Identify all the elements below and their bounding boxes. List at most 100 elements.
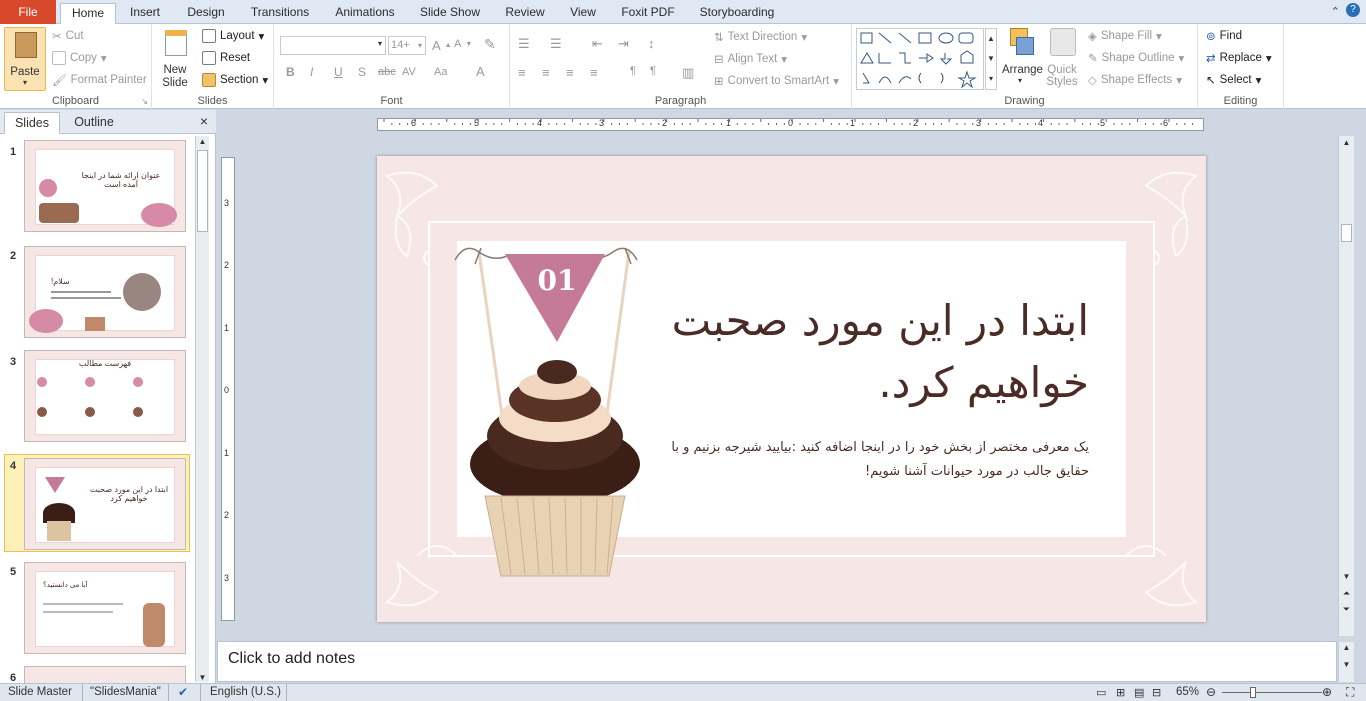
- tab-animations[interactable]: Animations: [328, 3, 402, 24]
- zoom-out-icon[interactable]: ⊖: [1206, 685, 1216, 699]
- tab-transitions[interactable]: Transitions: [244, 3, 316, 24]
- notes-scrollbar[interactable]: ▲ ▼: [1338, 642, 1354, 682]
- strikethrough-button[interactable]: abc: [378, 66, 396, 78]
- numbering-button[interactable]: ☰: [550, 36, 562, 52]
- scroll-down-icon[interactable]: ▼: [196, 673, 209, 682]
- slide-body-text[interactable]: یک معرفی مختصر از بخش خود را در اینجا اض…: [657, 436, 1089, 484]
- help-icon[interactable]: ?: [1346, 3, 1360, 17]
- panel-scroll-thumb[interactable]: [197, 150, 208, 232]
- find-button[interactable]: ⊚ Find: [1206, 29, 1242, 43]
- format-painter-button[interactable]: 🖌 Format Painter: [52, 73, 147, 87]
- status-language[interactable]: English (U.S.): [210, 686, 281, 698]
- font-name-select[interactable]: ▾: [280, 36, 386, 55]
- grow-font-button[interactable]: A ▲: [432, 38, 452, 53]
- shrink-font-button[interactable]: A ▼: [454, 38, 472, 50]
- group-paragraph: ☰ ☰ ⇤ ⇥ ↕ ≡ ≡ ≡ ≡ ¶ ¶ ▥ ⇅ Text Direction ▾…: [510, 24, 852, 109]
- tab-home[interactable]: Home: [60, 3, 116, 25]
- paste-button[interactable]: Paste ▾: [4, 27, 46, 91]
- shadow-button[interactable]: S: [358, 65, 366, 79]
- replace-button[interactable]: ⇄ Replace ▾: [1206, 51, 1272, 65]
- tab-view[interactable]: View: [562, 3, 604, 24]
- slide-title[interactable]: ابتدا در این مورد صحبت خواهیم کرد.: [657, 290, 1089, 414]
- tab-review[interactable]: Review: [498, 3, 552, 24]
- bullets-button[interactable]: ☰: [518, 36, 530, 52]
- align-center-button[interactable]: ≡: [542, 65, 550, 80]
- tab-foxit-pdf[interactable]: Foxit PDF: [614, 3, 682, 24]
- section-button[interactable]: Section ▾: [202, 73, 268, 87]
- slide-sorter-icon[interactable]: ⊞: [1116, 686, 1125, 699]
- zoom-in-icon[interactable]: ⊕: [1322, 685, 1332, 699]
- italic-button[interactable]: I: [310, 65, 313, 79]
- tab-slide-show[interactable]: Slide Show: [414, 3, 486, 24]
- slide-thumbnail-1[interactable]: عنوان ارائه شما در اینجا آمده است: [24, 140, 186, 232]
- slide-thumbnail-2[interactable]: !سلام: [24, 246, 186, 338]
- slide-canvas[interactable]: 01 ابتدا در این مورد صحبت خواهیم کرد. یک…: [377, 156, 1206, 622]
- normal-view-icon[interactable]: ▭: [1096, 686, 1106, 699]
- tab-file[interactable]: File: [0, 0, 56, 24]
- change-case-button[interactable]: Aa: [434, 66, 447, 78]
- slides-panel: Slides Outline × 1 عنوان ارائه شما در ای…: [0, 110, 216, 684]
- underline-button[interactable]: U: [334, 65, 343, 79]
- scroll-down-icon[interactable]: ▼: [1339, 572, 1354, 581]
- align-text-button[interactable]: ⊟ Align Text ▾: [714, 52, 787, 66]
- fit-to-window-icon[interactable]: ⛶: [1346, 685, 1354, 700]
- convert-smartart-button[interactable]: ⊞ Convert to SmartArt ▾: [714, 74, 839, 88]
- notes-pane[interactable]: Click to add notes: [217, 641, 1337, 682]
- slide-thumbnail-3[interactable]: فهرست مطالب: [24, 350, 186, 442]
- font-size-select[interactable]: 14+ ▾: [388, 36, 426, 55]
- new-slide-button[interactable]: New Slide: [158, 30, 192, 94]
- scroll-up-icon[interactable]: ▲: [1339, 136, 1354, 150]
- shapes-gallery-scroll[interactable]: ▲ ▼ ▾: [985, 28, 997, 90]
- slide-thumbnail-4[interactable]: ابتدا در این مورد صحبت خواهیم کرد: [24, 458, 186, 550]
- slide-scroll-thumb[interactable]: [1341, 224, 1352, 242]
- scroll-down-icon[interactable]: ▼: [1339, 654, 1354, 676]
- increase-indent-button[interactable]: ⇥: [618, 36, 629, 52]
- font-color-button[interactable]: A: [476, 64, 485, 79]
- text-direction-button[interactable]: ⇅ Text Direction ▾: [714, 30, 807, 44]
- arrange-button[interactable]: Arrange ▾: [1002, 28, 1043, 92]
- scroll-up-icon[interactable]: ▲: [196, 136, 209, 148]
- zoom-slider-track[interactable]: [1222, 692, 1322, 693]
- slide-scrollbar[interactable]: ▲ ▼ ⏶ ⏷: [1338, 136, 1354, 636]
- layout-button[interactable]: Layout ▾: [202, 29, 264, 43]
- previous-slide-icon[interactable]: ⏶: [1339, 588, 1354, 598]
- ltr-button[interactable]: ¶: [630, 65, 636, 77]
- tab-design[interactable]: Design: [180, 3, 232, 24]
- decrease-indent-button[interactable]: ⇤: [592, 36, 603, 52]
- slide-thumbnail-6[interactable]: [24, 666, 186, 683]
- clipboard-launcher-icon[interactable]: ↘: [141, 97, 148, 106]
- tab-insert[interactable]: Insert: [122, 3, 168, 24]
- clear-formatting-icon[interactable]: ✎: [484, 36, 496, 53]
- shape-effects-button[interactable]: ◇ Shape Effects ▾: [1088, 73, 1182, 87]
- quick-styles-button[interactable]: Quick Styles: [1044, 28, 1080, 92]
- copy-button[interactable]: Copy ▾: [52, 51, 107, 65]
- next-slide-icon[interactable]: ⏷: [1339, 604, 1354, 614]
- tab-storyboarding[interactable]: Storyboarding: [692, 3, 782, 24]
- shape-outline-button[interactable]: ✎ Shape Outline ▾: [1088, 51, 1184, 65]
- rtl-button[interactable]: ¶: [650, 65, 656, 77]
- minimize-ribbon-icon[interactable]: ⌃: [1331, 5, 1340, 18]
- bold-button[interactable]: B: [286, 65, 295, 79]
- align-right-button[interactable]: ≡: [566, 65, 574, 80]
- slide-show-icon[interactable]: ⊟: [1152, 686, 1161, 699]
- shape-fill-button[interactable]: ◈ Shape Fill ▾: [1088, 29, 1162, 43]
- cut-button[interactable]: ✂ Cut: [52, 29, 84, 43]
- columns-button[interactable]: ▥: [682, 65, 694, 81]
- close-panel-icon[interactable]: ×: [200, 113, 208, 129]
- scroll-up-icon[interactable]: ▲: [1339, 642, 1354, 654]
- character-spacing-button[interactable]: AV: [402, 66, 416, 78]
- zoom-slider-thumb[interactable]: [1250, 687, 1256, 698]
- align-left-button[interactable]: ≡: [518, 65, 526, 80]
- tab-slides-panel[interactable]: Slides: [4, 112, 60, 134]
- reading-view-icon[interactable]: ▤: [1134, 686, 1144, 699]
- tab-outline-panel[interactable]: Outline: [62, 112, 126, 134]
- line-spacing-button[interactable]: ↕: [648, 36, 655, 51]
- panel-scrollbar[interactable]: ▲ ▼: [195, 136, 209, 682]
- spellcheck-icon[interactable]: ✔: [178, 685, 188, 699]
- shapes-gallery[interactable]: [856, 28, 984, 90]
- zoom-level[interactable]: 65%: [1176, 686, 1199, 698]
- select-button[interactable]: ↖ Select ▾: [1206, 73, 1261, 87]
- slide-thumbnail-5[interactable]: آیا می دانستید؟: [24, 562, 186, 654]
- justify-button[interactable]: ≡: [590, 65, 598, 80]
- reset-button[interactable]: Reset: [202, 51, 250, 65]
